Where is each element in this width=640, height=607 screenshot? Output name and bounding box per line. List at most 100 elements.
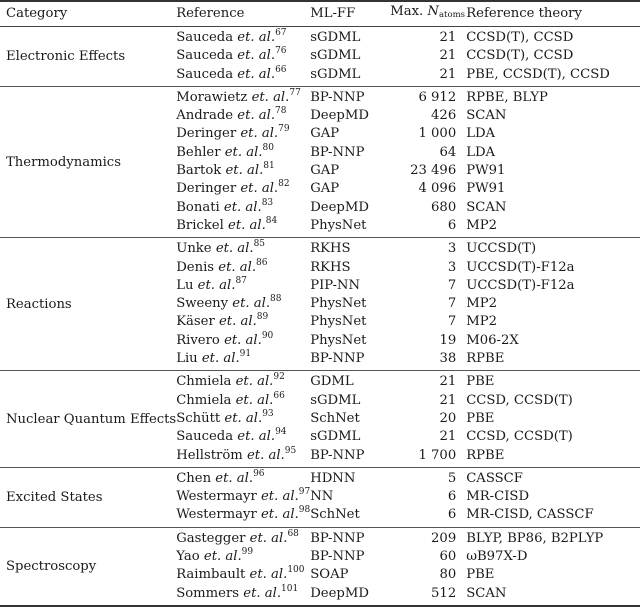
max-natoms-cell: 6 — [447, 507, 457, 523]
author-name: Schütt — [176, 410, 221, 426]
max-natoms-cell: 4 096 — [418, 181, 457, 197]
et-al: et. al. — [240, 126, 279, 142]
citation-number[interactable]: 101 — [281, 584, 298, 594]
citation-number[interactable]: 100 — [287, 565, 304, 575]
category-cell: Thermodynamics — [6, 154, 121, 170]
citation-number[interactable]: 95 — [285, 446, 296, 456]
table-row: Excited States Chen et. al.96 HDNN 5 CASSCF — [0, 467, 640, 505]
citation-number[interactable]: 80 — [263, 143, 274, 153]
reference-cell: Sommers et. al.101 — [176, 584, 310, 606]
citation-number[interactable]: 98 — [299, 505, 310, 515]
citation-number[interactable]: 97 — [299, 487, 310, 497]
et-al: et. al. — [197, 277, 236, 293]
citation-number[interactable]: 92 — [273, 372, 284, 382]
citation-number[interactable]: 89 — [257, 312, 268, 322]
reference-cell: Chmiela et. al.92 — [176, 371, 310, 392]
table-row: Spectroscopy Gastegger et. al.68 BP-NNP 209… — [0, 527, 640, 574]
citation-number[interactable]: 66 — [273, 391, 284, 401]
mlff-cell: GDML — [310, 374, 354, 390]
citation-number[interactable]: 66 — [275, 65, 286, 75]
author-name: Sauceda — [176, 48, 234, 64]
citation-number[interactable]: 81 — [263, 161, 274, 171]
mlff-cell: BP-NNP — [310, 144, 365, 160]
mlff-cell: GAP — [310, 163, 340, 179]
mlff-cell: BP-NNP — [310, 89, 365, 105]
mlff-cell: SOAP — [310, 567, 349, 583]
reference-cell: Denis et. al.86 — [176, 258, 310, 277]
author-name: Sauceda — [176, 66, 234, 82]
reference-cell: Deringer et. al.82 — [176, 180, 310, 198]
mlff-cell: HDNN — [310, 470, 356, 486]
mlff-cell: PhysNet — [310, 296, 367, 312]
citation-number[interactable]: 94 — [275, 427, 286, 437]
citation-number[interactable]: 90 — [262, 331, 273, 341]
author-name: Chmiela — [176, 374, 232, 390]
reference-theory-cell: MR-CISD — [466, 489, 530, 505]
reference-cell: Hellström et. al.95 — [176, 446, 310, 468]
et-al: et. al. — [237, 30, 276, 45]
reference-cell: Sauceda et. al.76 — [176, 47, 310, 65]
citation-number[interactable]: 83 — [262, 198, 273, 208]
reference-theory-cell: UCCSD(T) — [466, 241, 537, 257]
reference-cell: Gastegger et. al.68 — [176, 527, 310, 548]
reference-cell: Sweeny et. al.88 — [176, 295, 310, 313]
mlff-cell: sGDML — [310, 48, 361, 64]
max-natoms-cell: 6 — [447, 489, 457, 505]
et-al: et. al. — [237, 108, 276, 124]
citation-number[interactable]: 76 — [275, 46, 286, 56]
citation-number[interactable]: 99 — [242, 547, 253, 557]
category-group: Electronic Effects Sauceda et. al.67 sGDML… — [0, 27, 640, 87]
citation-number[interactable]: 82 — [278, 179, 289, 189]
reference-theory-cell: RPBE, BLYP — [466, 89, 548, 105]
citation-number[interactable]: 87 — [235, 276, 246, 286]
table-row: Electronic Effects Sauceda et. al.67 sGDML… — [0, 27, 640, 65]
mlff-cell: PhysNet — [310, 217, 367, 233]
citation-number[interactable]: 68 — [287, 529, 298, 539]
header-row: Category Reference ML-FF Max. Natoms Ref… — [0, 1, 640, 27]
reference-theory-cell: CASSCF — [466, 470, 523, 486]
max-natoms-cell: 21 — [439, 374, 457, 390]
author-name: Bonati — [176, 199, 220, 215]
reference-theory-cell: MP2 — [466, 296, 497, 312]
et-al: et. al. — [240, 181, 279, 197]
et-al: et. al. — [224, 410, 263, 426]
citation-number[interactable]: 67 — [275, 28, 286, 38]
et-al: et. al. — [235, 392, 274, 408]
author-name: Brickel — [176, 217, 224, 233]
citation-number[interactable]: 88 — [270, 294, 281, 304]
max-natoms-cell: 680 — [431, 199, 457, 215]
citation-number[interactable]: 93 — [262, 409, 273, 419]
reference-cell: Sauceda et. al.66 — [176, 65, 310, 87]
max-natoms-cell: 38 — [439, 351, 457, 367]
author-name: Unke — [176, 241, 212, 257]
reference-theory-cell: MP2 — [466, 217, 497, 233]
reference-theory-cell: SCAN — [466, 108, 507, 124]
citation-number[interactable]: 84 — [266, 216, 277, 226]
mlff-cell: BP-NNP — [310, 351, 365, 367]
mlff-cell: SchNet — [310, 507, 360, 523]
citation-number[interactable]: 86 — [256, 258, 267, 268]
citation-number[interactable]: 77 — [289, 88, 300, 98]
category-group: Excited States Chen et. al.96 HDNN 5 CASSCF W… — [0, 467, 640, 528]
et-al: et. al. — [251, 89, 290, 105]
citation-number[interactable]: 79 — [278, 124, 289, 134]
et-al: et. al. — [218, 259, 257, 275]
author-name: Sweeny — [176, 296, 229, 312]
author-name: Deringer — [176, 126, 237, 142]
et-al: et. al. — [232, 296, 271, 312]
reference-cell: Brickel et. al.84 — [176, 216, 310, 238]
citation-number[interactable]: 85 — [254, 239, 265, 249]
et-al: et. al. — [225, 163, 264, 179]
max-natoms-cell: 21 — [439, 66, 457, 82]
max-natoms-cell: 80 — [439, 567, 457, 583]
author-name: Hellström — [176, 447, 243, 463]
citation-number[interactable]: 96 — [253, 469, 264, 479]
mlff-cell: sGDML — [310, 392, 361, 408]
reference-cell: Rivero et. al.90 — [176, 331, 310, 350]
category-group: Spectroscopy Gastegger et. al.68 BP-NNP 209… — [0, 527, 640, 606]
et-al: et. al. — [243, 585, 282, 601]
header-max-prefix: Max. — [390, 4, 424, 20]
et-al: et. al. — [201, 351, 240, 367]
citation-number[interactable]: 78 — [275, 106, 286, 116]
citation-number[interactable]: 91 — [240, 349, 251, 359]
